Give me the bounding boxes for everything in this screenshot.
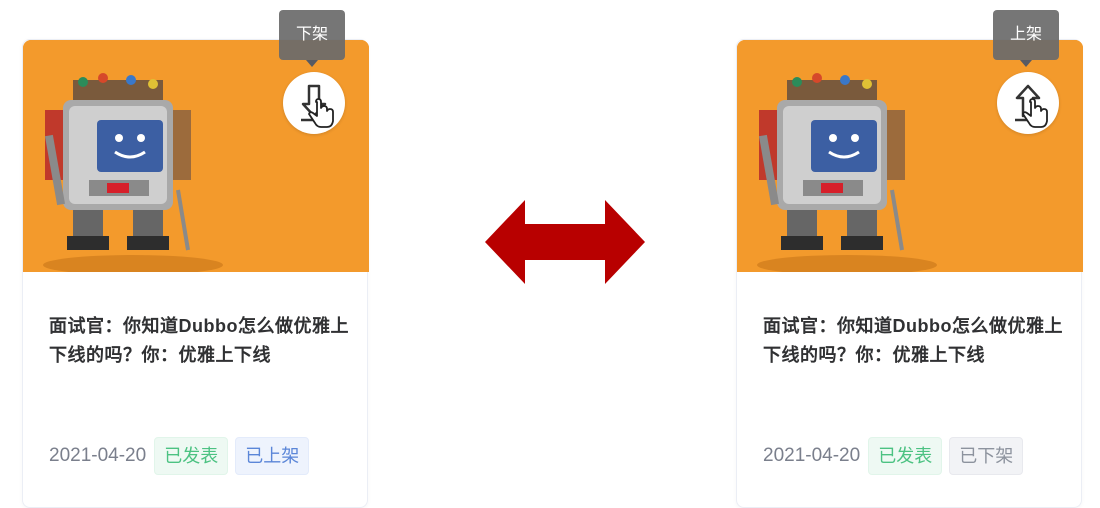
article-meta: 2021-04-20 已发表 已上架: [49, 437, 316, 475]
tooltip-publish: 上架: [993, 10, 1059, 67]
tooltip-unpublish: 下架: [279, 10, 345, 67]
article-title[interactable]: 面试官：你知道Dubbo怎么做优雅上下线的吗？你：优雅上下线: [49, 312, 349, 370]
publish-date: 2021-04-20: [49, 445, 147, 466]
publish-button[interactable]: [997, 72, 1059, 134]
cover-image: [23, 40, 369, 272]
status-badge-shelf: 已下架: [949, 437, 1024, 475]
status-badge-published: 已发表: [154, 437, 229, 475]
article-meta: 2021-04-20 已发表 已下架: [763, 437, 1030, 475]
upload-arrow-icon: [1015, 84, 1048, 128]
download-arrow-icon: [301, 84, 334, 128]
publish-date: 2021-04-20: [763, 445, 861, 466]
unpublish-button[interactable]: [283, 72, 345, 134]
article-card-unpublish[interactable]: 下架 面试官：你知道Dubbo怎么做优雅上下线的吗？你：优雅上下线 2021-0…: [22, 10, 369, 508]
cover-image: [737, 40, 1083, 272]
article-card-publish[interactable]: 上架 面试官：你知道Dubbo怎么做优雅上下线的吗？你：优雅上下线 2021-0…: [736, 10, 1083, 508]
double-arrow-icon: [485, 200, 645, 284]
article-title[interactable]: 面试官：你知道Dubbo怎么做优雅上下线的吗？你：优雅上下线: [763, 312, 1063, 370]
status-badge-shelf: 已上架: [235, 437, 310, 475]
status-badge-published: 已发表: [868, 437, 943, 475]
